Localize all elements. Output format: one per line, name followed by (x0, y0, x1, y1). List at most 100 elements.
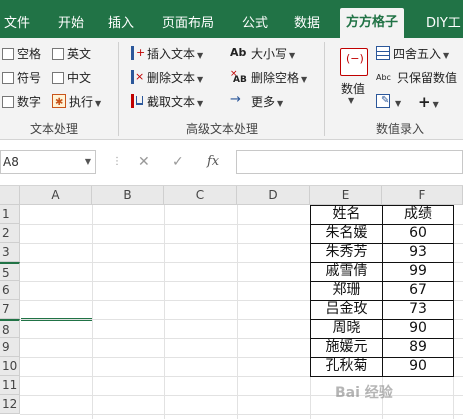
chevron-down-icon: ▼ (432, 100, 439, 109)
table-cell-score[interactable]: 89 (383, 338, 453, 357)
abc-icon: Abc (376, 73, 391, 82)
column-header-c[interactable]: C (164, 186, 237, 205)
table-header-score[interactable]: 成绩 (383, 205, 453, 224)
row-header[interactable]: 3 (0, 243, 20, 262)
row-header[interactable]: 5 (0, 262, 20, 281)
grid-line (237, 205, 238, 419)
keep-numbers-button[interactable]: Abc 只保留数值 (376, 68, 457, 88)
numeric-button-label[interactable]: 数值 (341, 80, 365, 97)
watermark-logo: Bai 经验 (335, 385, 393, 401)
function-icon[interactable]: fx (207, 150, 219, 174)
table-cell-name[interactable]: 朱名媛 (311, 224, 382, 243)
checkbox-symbol[interactable]: 符号 (2, 68, 41, 88)
table-cell-score[interactable]: 67 (383, 281, 453, 300)
formula-input[interactable] (236, 150, 463, 174)
tab-data[interactable]: 数据 (294, 10, 320, 38)
row-header[interactable]: 7 (0, 300, 20, 319)
confirm-icon[interactable]: ✓ (172, 150, 184, 174)
cancel-icon[interactable]: ✕ (138, 150, 150, 174)
column-header-d[interactable]: D (237, 186, 310, 205)
checkbox-english[interactable]: 英文 (52, 44, 91, 64)
chevron-down-icon: ▼ (277, 99, 284, 108)
table-cell-score[interactable]: 99 (383, 262, 453, 281)
grid-line (92, 205, 93, 419)
column-header-e[interactable]: E (310, 186, 382, 205)
execute-icon: ✱ (52, 94, 66, 108)
grid-line (20, 395, 463, 396)
delete-text-button[interactable]: × 删除文本 ▼ (130, 68, 203, 88)
round-button[interactable]: 四舍五入 ▼ (376, 44, 449, 64)
tab-insert[interactable]: 插入 (108, 10, 134, 38)
tab-formulas[interactable]: 公式 (242, 10, 268, 38)
grid-line (20, 414, 463, 415)
delete-space-button[interactable]: × AB 删除空格 ▼ (230, 68, 307, 88)
execute-button[interactable]: ✱ 执行 ▼ (52, 92, 101, 112)
row-header[interactable]: 1 (0, 205, 20, 224)
more-button[interactable]: → 更多 ▼ (230, 92, 283, 112)
column-header-f[interactable]: F (382, 186, 463, 205)
insert-text-button[interactable]: + 插入文本 ▼ (130, 44, 203, 64)
extract-text-button[interactable]: 截取文本 ▼ (130, 92, 203, 112)
row-header[interactable]: 2 (0, 224, 20, 243)
table-cell-name[interactable]: 施媛元 (311, 338, 382, 357)
select-all-corner[interactable] (0, 186, 20, 205)
checkbox-icon (2, 48, 14, 60)
chevron-down-icon[interactable]: ▼ (85, 151, 91, 173)
checkbox-number[interactable]: 数字 (2, 92, 41, 112)
ribbon-panel: 空格 英文 符号 中文 数字 ✱ 执行 ▼ 文本处理 + 插入文本 ▼ × 删除文本 ▼ 截… (0, 38, 463, 140)
table-cell-name[interactable]: 郑珊 (311, 281, 382, 300)
delete-text-icon: × (130, 70, 144, 84)
row-header[interactable]: 9 (0, 338, 20, 357)
column-header-a[interactable]: A (20, 186, 92, 205)
case-button[interactable]: Ab 大小写 ▼ (230, 44, 295, 64)
numeric-icon[interactable]: (−) (340, 48, 368, 76)
row-header[interactable]: 6 (0, 281, 20, 300)
table-header-name[interactable]: 姓名 (311, 205, 382, 224)
table-cell-score[interactable]: 73 (383, 300, 453, 319)
edit-icon: ✎ (376, 94, 390, 108)
edit-icon-button[interactable]: ✎ ▼ (376, 92, 401, 112)
table-cell-score[interactable]: 90 (383, 357, 453, 376)
table-cell-score[interactable]: 60 (383, 224, 453, 243)
checkbox-icon (2, 96, 14, 108)
chevron-down-icon: ▼ (95, 99, 102, 108)
tab-diy[interactable]: DIY工 (426, 10, 461, 38)
insert-text-icon: + (130, 46, 145, 60)
table-cell-name[interactable]: 吕金玫 (311, 300, 382, 319)
chevron-down-icon[interactable]: ▼ (348, 96, 354, 105)
tab-fangfanggezi[interactable]: 方方格子 (340, 8, 405, 38)
chevron-down-icon: ▼ (395, 99, 402, 108)
delete-space-icon: × AB (230, 69, 247, 85)
name-box[interactable]: A8 ▼ (0, 150, 96, 174)
row-header-selected[interactable]: 8 (0, 319, 20, 338)
chevron-down-icon: ▼ (289, 51, 296, 60)
grid-line (164, 205, 165, 419)
column-header-b[interactable]: B (92, 186, 164, 205)
row-header[interactable]: 12 (0, 395, 20, 414)
table-cell-name[interactable]: 朱秀芳 (311, 243, 382, 262)
drag-handle-icon[interactable]: ⋮ (112, 156, 122, 167)
table-cell-score[interactable]: 90 (383, 319, 453, 338)
ribbon-tab-bar: 文件 开始 插入 页面布局 公式 数据 方方格子 DIY工 (0, 0, 463, 38)
group-label-advanced-text: 高级文本处理 (186, 122, 259, 136)
table-cell-score[interactable]: 93 (383, 243, 453, 262)
chevron-down-icon: ▼ (197, 99, 204, 108)
add-button[interactable]: + ▼ (418, 92, 439, 112)
chevron-down-icon: ▼ (301, 75, 308, 84)
table-cell-name[interactable]: 戚雪倩 (311, 262, 382, 281)
worksheet-grid[interactable]: A B C D E F 1 2 3 5 6 7 8 9 10 11 12 姓名 … (0, 186, 463, 419)
chevron-down-icon: ▼ (197, 51, 204, 60)
checkbox-chinese[interactable]: 中文 (52, 68, 91, 88)
tab-file[interactable]: 文件 (4, 10, 30, 38)
row-header[interactable]: 10 (0, 357, 20, 376)
checkbox-icon (2, 72, 14, 84)
checkbox-space[interactable]: 空格 (2, 44, 41, 64)
active-cell-a8[interactable] (21, 318, 92, 321)
table-cell-name[interactable]: 孔秋菊 (311, 357, 382, 376)
row-header[interactable]: 11 (0, 376, 20, 395)
tab-home[interactable]: 开始 (58, 10, 84, 38)
tab-page-layout[interactable]: 页面布局 (162, 10, 214, 38)
table-cell-name[interactable]: 周晓 (311, 319, 382, 338)
group-divider (118, 42, 119, 136)
extract-text-icon (130, 94, 144, 108)
